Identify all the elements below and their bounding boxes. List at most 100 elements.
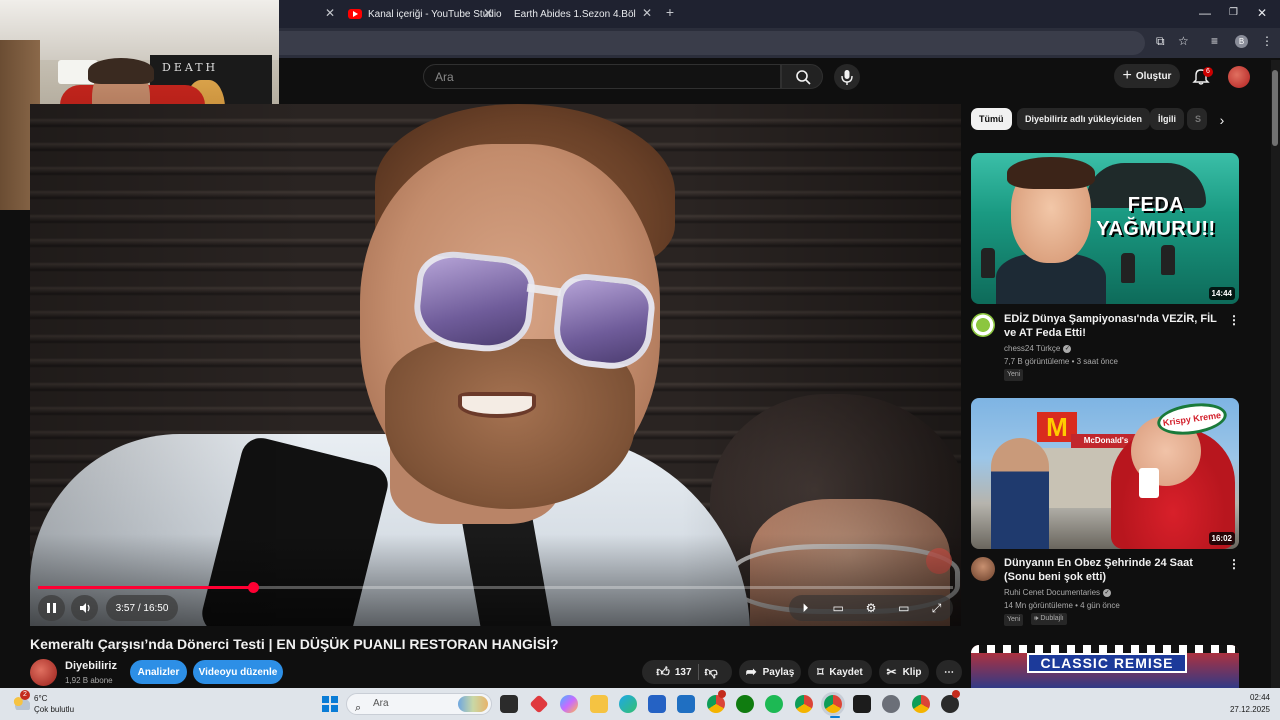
chrome-active-icon[interactable] — [824, 695, 842, 713]
close-tab-icon[interactable]: ✕ — [323, 6, 337, 20]
microphone-icon — [841, 70, 853, 85]
settings-gear-icon[interactable]: ⚙ — [863, 600, 879, 616]
mail-icon[interactable] — [677, 695, 695, 713]
weather-alert-badge: 2 — [20, 690, 30, 700]
menu-kebab-icon[interactable]: ⋮ — [1261, 34, 1273, 48]
create-button[interactable]: + Oluştur — [1114, 64, 1180, 88]
recommendation-channel[interactable]: chess24 Türkçe ✓ — [1004, 344, 1072, 353]
channel-name[interactable]: Diyebiliriz — [65, 660, 117, 672]
notification-dot — [952, 690, 960, 698]
recommendation-title[interactable]: Dünyanın En Obez Şehrinde 24 Saat (Sonu … — [1004, 556, 1226, 584]
chip-from-uploader[interactable]: Diyebiliriz adlı yükleyiciden — [1017, 108, 1151, 130]
restore-icon[interactable]: ❐ — [1229, 7, 1238, 18]
clock-time[interactable]: 02:44 — [1240, 693, 1270, 702]
recommendation-meta: 7,7 B görüntüleme • 3 saat önce — [1004, 357, 1118, 366]
tab-youtube-studio[interactable]: Kanal içeriği - YouTube Studio — [348, 2, 502, 26]
capcut-icon[interactable] — [853, 695, 871, 713]
chip-related[interactable]: İlgili — [1150, 108, 1184, 130]
chip-all[interactable]: Tümü — [971, 108, 1012, 130]
save-button[interactable]: ⌑ Kaydet — [808, 660, 872, 684]
more-actions-button[interactable]: ⋯ — [936, 660, 962, 684]
new-badge: Yeni — [1004, 614, 1024, 626]
chrome-profile-icon[interactable] — [795, 695, 813, 713]
close-window-icon[interactable]: ✕ — [1257, 6, 1267, 20]
recommendation-title[interactable]: EDİZ Dünya Şampiyonası'nda VEZİR, FİL ve… — [1004, 312, 1226, 340]
fullscreen-icon[interactable]: ⤢ — [929, 600, 945, 616]
more-vertical-icon[interactable]: ⋮ — [1228, 556, 1240, 572]
copilot-icon[interactable] — [560, 695, 578, 713]
clip-label: Klip — [902, 666, 922, 678]
xbox-icon[interactable] — [736, 695, 754, 713]
account-avatar[interactable] — [1228, 66, 1250, 88]
media-control-icon[interactable]: ≡ — [1211, 34, 1218, 48]
video-player[interactable] — [30, 104, 961, 626]
analytics-button[interactable]: Analizler — [130, 660, 187, 684]
pause-button[interactable] — [38, 595, 65, 621]
recommendation-channel[interactable]: Ruhi Cenet Documentaries ✓ — [1004, 588, 1112, 597]
close-tab-icon[interactable]: ✕ — [640, 6, 654, 20]
plus-icon: + — [1122, 67, 1132, 84]
volume-button[interactable] — [71, 595, 98, 621]
thumbnail-text: FEDA YAĞMURU!! — [1096, 194, 1216, 240]
clip-button[interactable]: ✂ Klip — [879, 660, 929, 684]
page-scrollbar[interactable] — [1271, 60, 1280, 688]
chevron-right-icon[interactable]: › — [1212, 110, 1232, 130]
windows-taskbar: 2 6°C Çok bulutlu ⌕ Ara 02:44 27.12.2025 — [0, 688, 1280, 720]
clock-date[interactable]: 27.12.2025 — [1224, 705, 1270, 714]
edge-browser-icon[interactable] — [619, 695, 637, 713]
bookmark-star-icon[interactable]: ☆ — [1178, 34, 1189, 48]
chrome-profile-icon[interactable] — [912, 695, 930, 713]
save-label: Kaydet — [829, 666, 863, 678]
microsoft-store-icon[interactable] — [648, 695, 666, 713]
voice-search-button[interactable] — [834, 64, 860, 90]
new-badge: Yeni — [1004, 369, 1024, 381]
settings-gear-icon[interactable] — [882, 695, 900, 713]
weather-temperature: 6°C — [34, 694, 48, 703]
spotify-icon[interactable] — [765, 695, 783, 713]
cast-icon[interactable]: ⧉ — [1156, 34, 1165, 49]
task-view-icon[interactable] — [500, 695, 518, 713]
youtube-icon — [348, 9, 362, 19]
recommendation-thumbnail[interactable]: M McDonald's Krispy Kreme 16:02 — [971, 398, 1239, 549]
edit-video-button[interactable]: Videoyu düzenle — [193, 660, 283, 684]
recommendation-meta: 14 Mn görüntüleme • 4 gün önce — [1004, 601, 1120, 610]
new-tab-plus-icon[interactable]: + — [663, 4, 677, 20]
search-highlight-art — [458, 696, 488, 712]
progress-scrubber[interactable] — [248, 582, 260, 593]
recommendation-thumbnail[interactable]: FEDA YAĞMURU!! 14:44 — [971, 153, 1239, 304]
weather-widget[interactable]: 2 6°C Çok bulutlu — [12, 690, 92, 716]
like-button[interactable]: 👍︎ 137 — [656, 664, 691, 680]
close-tab-icon[interactable]: ✕ — [481, 6, 495, 20]
windows-start-icon[interactable] — [322, 696, 338, 712]
chip-partial[interactable]: S — [1187, 108, 1207, 130]
thumbs-down-icon[interactable]: 👎︎ — [705, 664, 718, 680]
file-explorer-icon[interactable] — [590, 695, 608, 713]
channel-avatar[interactable] — [971, 313, 995, 337]
video-title: Kemeraltı Çarşısı’nda Dönerci Testi | EN… — [30, 636, 559, 652]
share-icon: ➦ — [745, 664, 757, 679]
recommendation-thumbnail[interactable]: CLASSIC REMISE — [971, 645, 1239, 690]
minimize-icon[interactable]: — — [1199, 6, 1211, 20]
tab-earth-abides[interactable]: Earth Abides 1.Sezon 4.Bölüm T — [508, 2, 636, 26]
share-button[interactable]: ➦ Paylaş — [739, 660, 801, 684]
search-icon: ⌕ — [355, 702, 362, 714]
app-red-diamond-icon[interactable] — [529, 694, 549, 714]
verified-check-icon: ✓ — [1103, 588, 1112, 597]
more-vertical-icon[interactable]: ⋮ — [1228, 312, 1240, 328]
share-label: Paylaş — [762, 666, 795, 678]
profile-avatar[interactable]: B — [1235, 35, 1248, 48]
channel-label: Ruhi Cenet Documentaries — [1004, 588, 1101, 597]
theater-mode-icon[interactable]: ▭ — [896, 600, 912, 616]
search-input[interactable]: Ara — [423, 64, 781, 89]
page-scrollbar-thumb[interactable] — [1272, 70, 1278, 146]
taskbar-search[interactable]: ⌕ Ara — [346, 693, 492, 715]
progress-fill — [38, 586, 254, 589]
more-horizontal-icon: ⋯ — [944, 666, 954, 678]
progress-bar[interactable] — [38, 582, 953, 593]
channel-avatar[interactable] — [30, 659, 57, 686]
search-button[interactable] — [781, 64, 823, 89]
autoplay-toggle-icon[interactable]: ⏵ — [797, 600, 813, 616]
channel-avatar[interactable] — [971, 557, 995, 581]
subtitles-icon[interactable]: ▭ — [830, 600, 846, 616]
create-label: Oluştur — [1135, 70, 1172, 82]
